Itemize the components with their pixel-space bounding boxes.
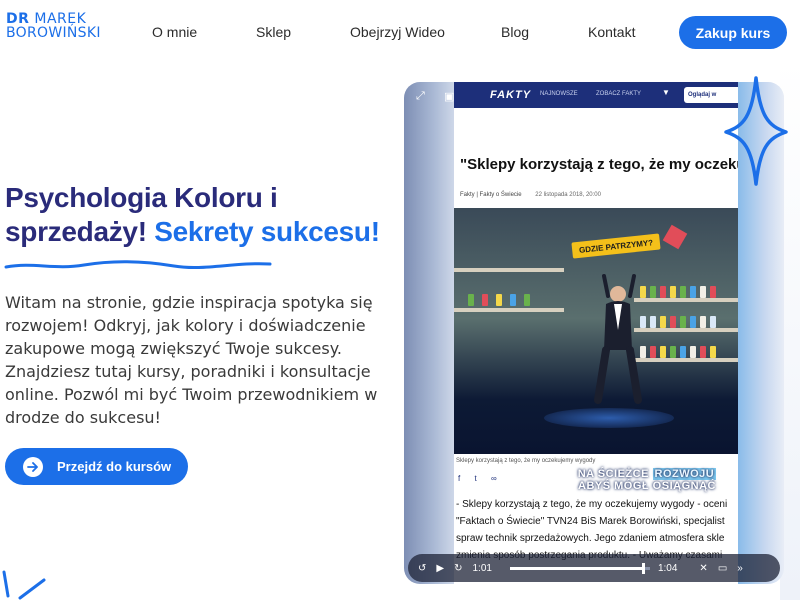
play-icon[interactable]: ▶: [436, 563, 444, 574]
facebook-icon[interactable]: f: [458, 474, 460, 483]
nav-link-o-mnie[interactable]: O mnie: [152, 24, 197, 40]
cast-icon[interactable]: ▭: [718, 563, 727, 574]
arrow-right-icon: [23, 456, 43, 477]
article-title: "Sklepy korzystają z tego, że my oczeku: [460, 156, 738, 173]
article-image: GDZIE PATRZYMY?: [454, 208, 738, 454]
overlay-highlight: ROZWOJU: [652, 468, 717, 480]
progress-fill: [509, 566, 643, 570]
squiggle-underline: [4, 260, 272, 270]
chevron-down-icon: ▼: [662, 88, 670, 97]
overlay-line1: NA ŚCIEŻCE: [577, 468, 649, 480]
expand-icon[interactable]: ⤢: [416, 90, 425, 103]
scene-sign: GDZIE PATRZYMY?: [571, 233, 661, 259]
fakty-nav-see: ZOBACZ FAKTY: [596, 91, 642, 97]
decorative-stroke-icon: [2, 570, 46, 600]
article-body-line: spraw technik sprzedażowych. Jego zdanie…: [456, 533, 725, 544]
video-controls: ↺ ▶ ↻ 1:01 1:04 ✕ ▭ »: [408, 554, 780, 582]
pip-icon[interactable]: ▣: [444, 90, 454, 103]
article-source: Fakty | Fakty o Świecie: [460, 192, 522, 198]
hexagon-decoration: [662, 224, 688, 250]
image-caption: Sklepy korzystają z tego, że my oczekuje…: [456, 458, 596, 464]
overlay-line2: ABYŚ MÓGŁ OSIĄGNĄĆ: [578, 480, 716, 492]
fakty-nav-latest: NAJNOWSZE: [540, 91, 578, 97]
link-icon[interactable]: ∞: [491, 474, 497, 483]
progress-bar[interactable]: [509, 562, 650, 574]
buy-course-button[interactable]: Zakup kurs: [679, 16, 787, 49]
total-time: 1:04: [657, 562, 678, 574]
go-to-courses-label: Przejdź do kursów: [57, 459, 172, 474]
article-meta: Fakty | Fakty o Świecie 22 listopada 201…: [460, 192, 601, 198]
progress-handle[interactable]: [641, 562, 645, 574]
sparkle-icon: [724, 76, 788, 186]
article-body-line: - Sklepy korzystają z tego, że my oczeku…: [456, 499, 728, 510]
fakty-header: FAKTY NAJNOWSZE ZOBACZ FAKTY ▼ Oglądaj w: [454, 82, 738, 108]
logo-borowinski: BOROWIŃSKI: [6, 25, 101, 41]
top-navigation: DR MAREK BOROWIŃSKI O mnie Sklep Obejrzy…: [0, 0, 800, 64]
next-icon[interactable]: »: [737, 563, 743, 574]
presenter-figure: [594, 274, 642, 404]
hero-title-accent: Sekrety sukcesu!: [154, 216, 380, 247]
rewind-icon[interactable]: ↺: [418, 563, 426, 574]
site-logo[interactable]: DR MAREK BOROWIŃSKI: [6, 12, 101, 40]
video-blur-left: [404, 82, 454, 584]
go-to-courses-button[interactable]: Przejdź do kursów: [5, 448, 188, 485]
mute-icon[interactable]: ✕: [699, 563, 707, 574]
video-frame: FAKTY NAJNOWSZE ZOBACZ FAKTY ▼ Oglądaj w…: [454, 82, 738, 584]
hero-title: Psychologia Koloru i sprzedaży! Sekrety …: [5, 181, 405, 249]
nav-link-kontakt[interactable]: Kontakt: [588, 24, 635, 40]
twitter-icon[interactable]: t: [474, 474, 476, 483]
article-body-line: "Faktach o Świecie" TVN24 BiS Marek Boro…: [456, 516, 725, 527]
forward-icon[interactable]: ↻: [454, 563, 462, 574]
hero-description: Witam na stronie, gdzie inspiracja spoty…: [5, 293, 378, 427]
social-share: f t ∞: [458, 474, 509, 483]
current-time: 1:01: [472, 562, 492, 574]
fakty-logo: FAKTY: [490, 89, 532, 101]
nav-link-sklep[interactable]: Sklep: [256, 24, 291, 40]
nav-link-obejrzyj-wideo[interactable]: Obejrzyj Wideo: [350, 24, 445, 40]
video-overlay-text: NA ŚCIEŻCE ROZWOJU ABYŚ MÓGŁ OSIĄGNĄĆ: [572, 468, 722, 492]
article-date: 22 listopada 2018, 20:00: [535, 192, 601, 198]
nav-link-blog[interactable]: Blog: [501, 24, 529, 40]
